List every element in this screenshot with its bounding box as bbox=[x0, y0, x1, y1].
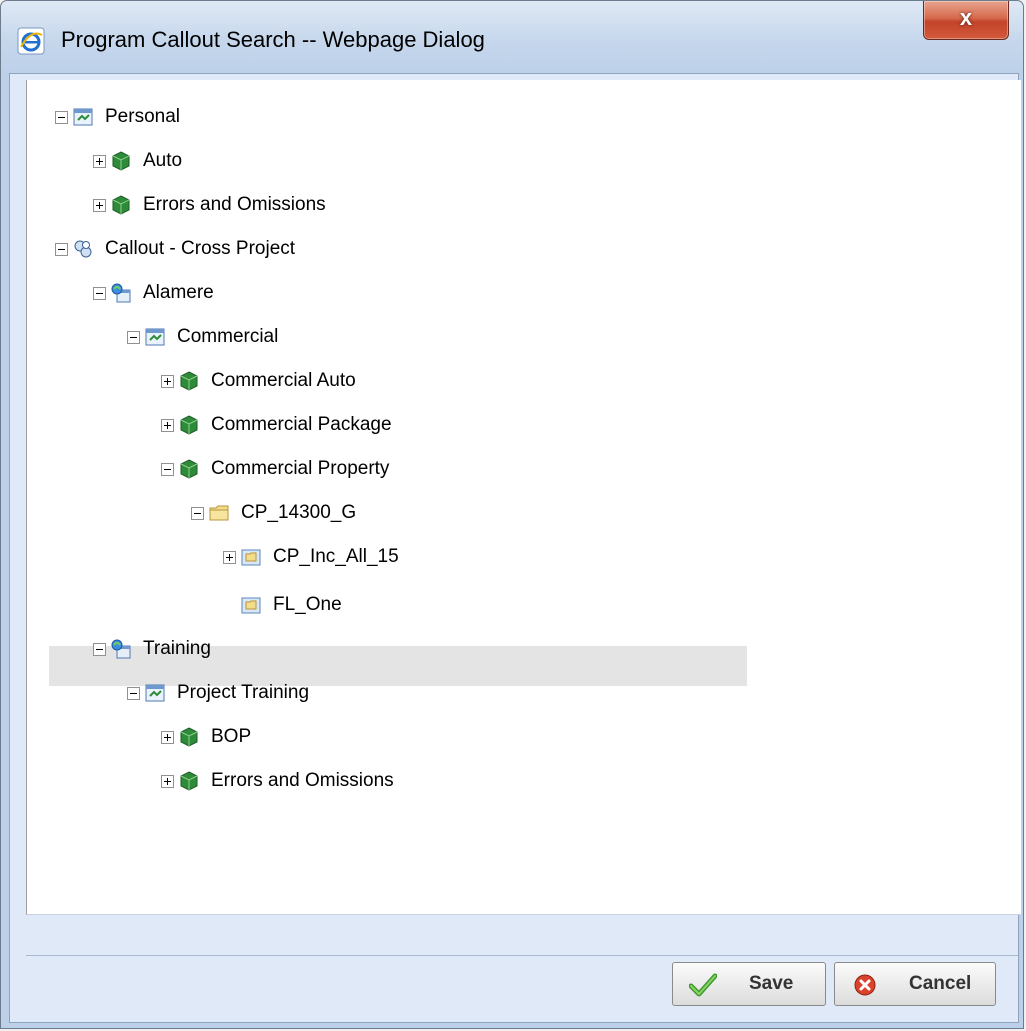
product-cube-icon bbox=[111, 195, 131, 215]
cancel-button-label: Cancel bbox=[909, 973, 972, 994]
program-icon bbox=[73, 107, 93, 127]
collapse-toggle[interactable] bbox=[93, 286, 106, 300]
tree-node-label[interactable]: Errors and Omissions bbox=[211, 770, 394, 792]
collapse-toggle[interactable] bbox=[55, 242, 68, 256]
collapse-toggle[interactable] bbox=[161, 462, 174, 476]
tree-node[interactable]: FL_One bbox=[223, 586, 342, 624]
save-button-label: Save bbox=[749, 973, 794, 994]
expand-toggle[interactable] bbox=[161, 418, 174, 432]
product-cube-icon bbox=[179, 415, 199, 435]
tree-node[interactable]: Alamere bbox=[93, 274, 214, 312]
tree-node[interactable]: Commercial bbox=[127, 318, 278, 356]
internet-explorer-icon bbox=[17, 27, 45, 55]
dialog-window: Program Callout Search -- Webpage Dialog… bbox=[0, 0, 1024, 1029]
tree-node[interactable]: Training bbox=[93, 630, 211, 668]
company-icon bbox=[111, 283, 131, 303]
company-icon bbox=[111, 639, 131, 659]
tree-node[interactable]: CP_14300_G bbox=[191, 494, 356, 532]
collapse-toggle[interactable] bbox=[93, 642, 106, 656]
tree-node[interactable]: Errors and Omissions bbox=[161, 762, 394, 800]
expand-toggle[interactable] bbox=[93, 154, 106, 168]
window-title: Program Callout Search -- Webpage Dialog bbox=[61, 27, 485, 52]
tree-node-label[interactable]: Alamere bbox=[143, 282, 214, 304]
program-icon bbox=[145, 327, 165, 347]
tree-node-label[interactable]: Commercial Property bbox=[211, 458, 389, 480]
product-cube-icon bbox=[179, 727, 199, 747]
collapse-toggle[interactable] bbox=[55, 110, 68, 124]
tree-node-label[interactable]: Callout - Cross Project bbox=[105, 238, 295, 260]
tree-node[interactable]: Auto bbox=[93, 142, 182, 180]
tree-node[interactable]: Personal bbox=[55, 98, 180, 136]
expand-toggle[interactable] bbox=[161, 730, 174, 744]
save-button[interactable]: Save bbox=[672, 962, 826, 1006]
tree-node-label[interactable]: Auto bbox=[143, 150, 182, 172]
tree-node-label[interactable]: FL_One bbox=[273, 594, 342, 616]
tree-node[interactable]: CP_Inc_All_15 bbox=[223, 538, 399, 576]
expand-toggle[interactable] bbox=[223, 550, 236, 564]
cancel-x-icon bbox=[854, 974, 876, 996]
collapse-toggle[interactable] bbox=[127, 330, 140, 344]
checkmark-icon bbox=[689, 973, 717, 997]
product-cube-icon bbox=[179, 771, 199, 791]
title-bar[interactable]: Program Callout Search -- Webpage Dialog… bbox=[1, 1, 1023, 77]
version-folder-icon bbox=[241, 547, 261, 567]
tree-node[interactable]: Commercial Auto bbox=[161, 362, 356, 400]
folder-icon bbox=[209, 503, 229, 523]
tree-node-label[interactable]: CP_Inc_All_15 bbox=[273, 546, 399, 568]
footer-separator bbox=[26, 955, 1018, 956]
expand-toggle[interactable] bbox=[161, 774, 174, 788]
tree-node-label[interactable]: CP_14300_G bbox=[241, 502, 356, 524]
tree-node[interactable]: BOP bbox=[161, 718, 251, 756]
expand-toggle[interactable] bbox=[93, 198, 106, 212]
close-icon: x bbox=[959, 5, 973, 30]
dialog-body: Personal Auto Errors and Omissions Callout … bbox=[9, 73, 1021, 1023]
no-toggle bbox=[223, 599, 236, 612]
close-button[interactable]: x bbox=[923, 1, 1009, 40]
program-tree[interactable]: Personal Auto Errors and Omissions Callout … bbox=[26, 80, 1021, 915]
tree-node-label[interactable]: Commercial Auto bbox=[211, 370, 356, 392]
collapse-toggle[interactable] bbox=[191, 506, 204, 520]
tree-node[interactable]: Commercial Package bbox=[161, 406, 392, 444]
cancel-button[interactable]: Cancel bbox=[834, 962, 996, 1006]
product-cube-icon bbox=[179, 371, 199, 391]
tree-node[interactable]: Project Training bbox=[127, 674, 309, 712]
product-cube-icon bbox=[179, 459, 199, 479]
expand-toggle[interactable] bbox=[161, 374, 174, 388]
cross-project-icon bbox=[73, 239, 93, 259]
tree-node-label[interactable]: BOP bbox=[211, 726, 251, 748]
tree-node-label[interactable]: Personal bbox=[105, 106, 180, 128]
tree-node[interactable]: Callout - Cross Project bbox=[55, 230, 295, 268]
tree-node-label[interactable]: Commercial Package bbox=[211, 414, 392, 436]
version-folder-icon bbox=[241, 595, 261, 615]
tree-node-label[interactable]: Training bbox=[143, 638, 211, 660]
tree-node[interactable]: Errors and Omissions bbox=[93, 186, 326, 224]
tree-node-label[interactable]: Commercial bbox=[177, 326, 278, 348]
product-cube-icon bbox=[111, 151, 131, 171]
tree-node-label[interactable]: Errors and Omissions bbox=[143, 194, 326, 216]
program-icon bbox=[145, 683, 165, 703]
collapse-toggle[interactable] bbox=[127, 686, 140, 700]
tree-node-label[interactable]: Project Training bbox=[177, 682, 309, 704]
tree-node[interactable]: Commercial Property bbox=[161, 450, 389, 488]
